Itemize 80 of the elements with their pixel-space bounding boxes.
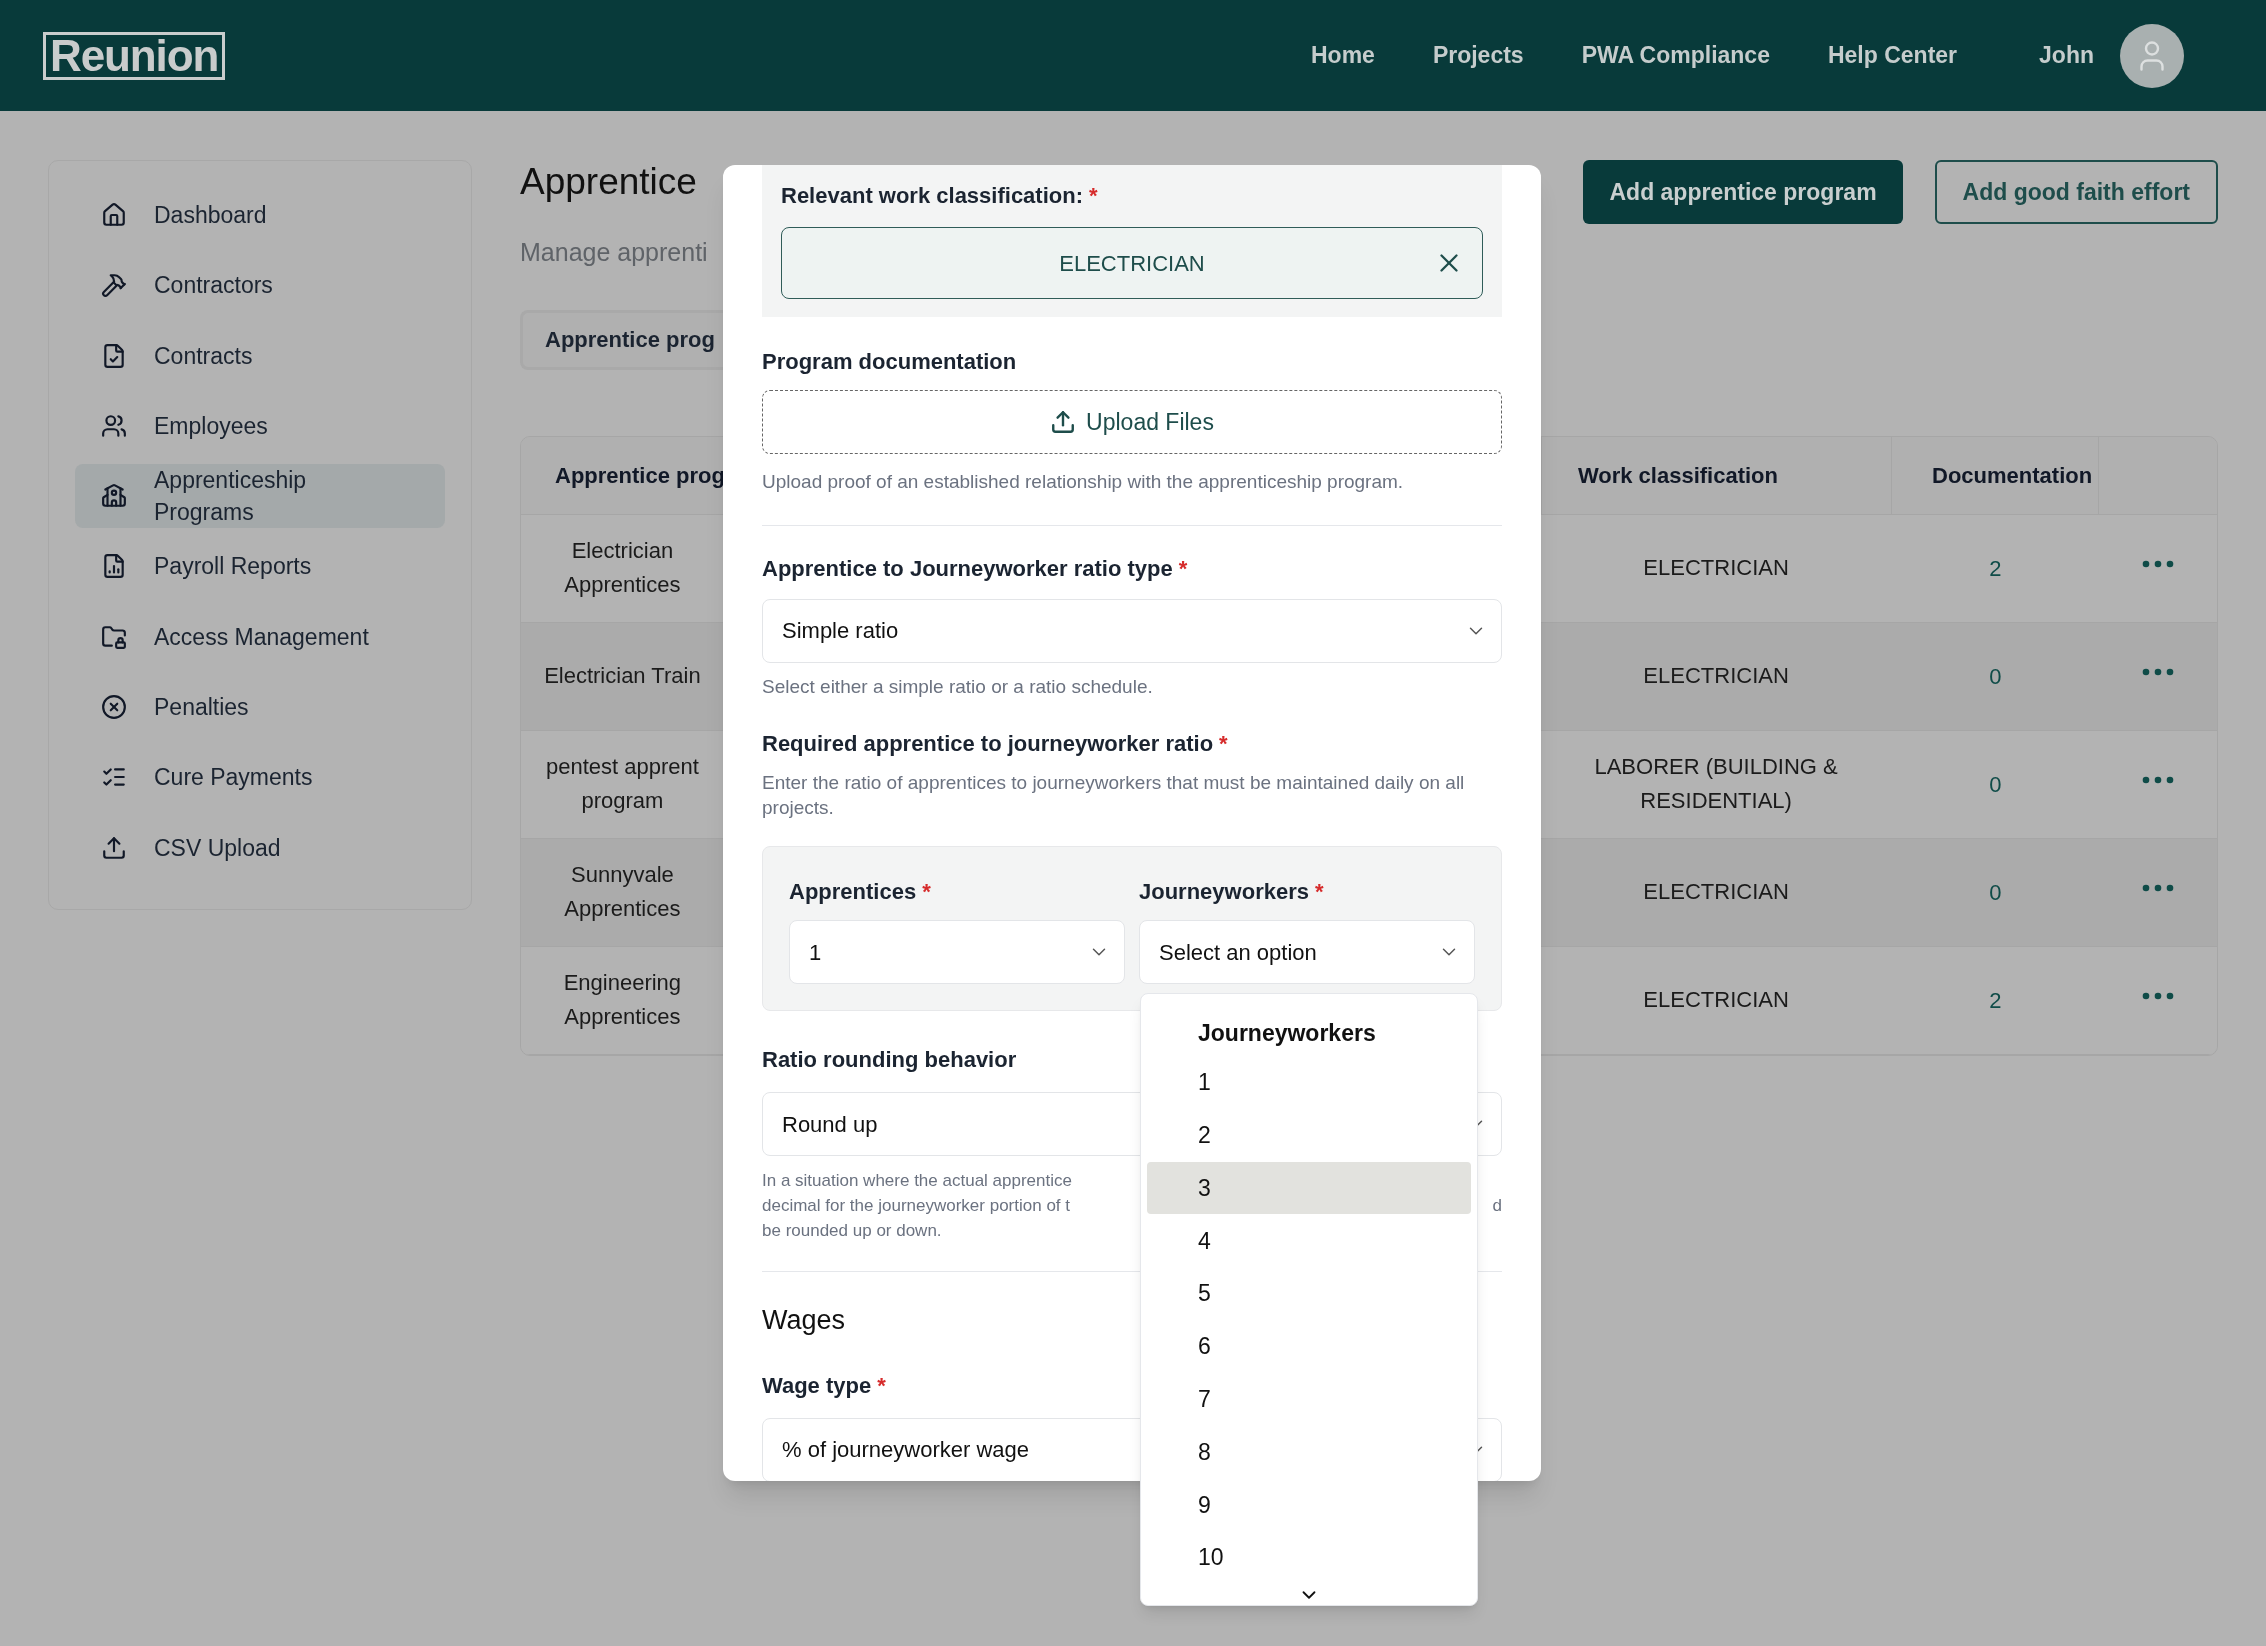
field-hint: Enter the ratio of apprentices to journeyworkers that must be maintained daily on all projects. xyxy=(762,771,1466,820)
upload-icon xyxy=(1050,409,1077,435)
more-icon[interactable] xyxy=(2142,992,2175,1000)
required-mark: * xyxy=(1089,182,1098,210)
nav-link[interactable]: Help Center xyxy=(1827,38,1958,73)
column-header: Documentation xyxy=(1891,436,2100,514)
section-heading: Wages xyxy=(762,1304,846,1337)
table-cell-text: ELECTRICIAN xyxy=(1642,554,1790,582)
select-field[interactable]: 1 xyxy=(789,920,1125,984)
nav-link[interactable]: PWA Compliance xyxy=(1581,38,1770,73)
sidebar-item[interactable]: Apprenticeship Programs xyxy=(75,464,445,529)
table-cell-text: Sunnyvale Apprentices xyxy=(563,861,682,923)
more-icon[interactable] xyxy=(2142,884,2175,892)
select-field[interactable]: Simple ratio xyxy=(762,598,1502,663)
field-label: Required apprentice to journeyworker ratio xyxy=(762,730,1214,758)
sidebar-item[interactable]: Access Management xyxy=(75,604,445,669)
sidebar-item[interactable]: Contracts xyxy=(75,323,445,388)
upload-button[interactable]: Upload Files xyxy=(762,390,1502,454)
column-header: Apprentice prog xyxy=(554,461,724,490)
field-hint: Upload proof of an established relationship with the apprenticeship program. xyxy=(762,470,1405,494)
nav-link[interactable]: Projects xyxy=(1432,38,1524,73)
add-effort-button[interactable]: Add good faith effort xyxy=(1934,160,2218,224)
documentation-count[interactable]: 0 xyxy=(1891,767,2100,801)
field-hint: d xyxy=(1492,1195,1502,1217)
field-label: Ratio rounding behavior xyxy=(762,1046,1017,1074)
nav-link[interactable]: Home xyxy=(1311,38,1375,73)
documentation-count[interactable]: 2 xyxy=(1891,983,2100,1017)
documentation-count[interactable]: 0 xyxy=(1891,875,2100,909)
dropdown-option[interactable]: 3 xyxy=(1147,1161,1471,1215)
logo[interactable]: Reunion xyxy=(43,31,226,80)
field-label: Journeyworkers xyxy=(1139,878,1309,906)
field-hint: Select either a simple ratio or a ratio schedule. xyxy=(762,674,1154,699)
sidebar-item[interactable]: Payroll Reports xyxy=(75,534,445,599)
documentation-count[interactable]: 2 xyxy=(1891,551,2100,585)
table-cell-text: Engineering Apprentices xyxy=(562,969,683,1031)
sidebar-item[interactable]: Employees xyxy=(75,393,445,458)
field-hint: decimal for the journeyworker portion of t xyxy=(762,1195,1071,1217)
upload-icon xyxy=(101,834,127,861)
table-cell-text: Electrician Apprentices xyxy=(563,537,682,599)
documentation-count[interactable]: 0 xyxy=(1891,659,2100,693)
table-cell-text: ELECTRICIAN xyxy=(1642,986,1790,1014)
table-cell-text: Electrician Train xyxy=(543,662,702,690)
field-label: Relevant work classification: xyxy=(781,182,1083,210)
table-cell-text: ELECTRICIAN xyxy=(1642,878,1790,906)
classification-field[interactable]: ELECTRICIAN xyxy=(781,227,1483,299)
user-name[interactable]: John xyxy=(2039,38,2094,73)
select-field[interactable]: Select an option xyxy=(1139,920,1475,984)
field-label: Apprentice to Journeyworker ratio type xyxy=(762,554,1173,583)
page-subtitle: Manage apprenti xyxy=(520,237,709,268)
more-icon[interactable] xyxy=(2142,776,2175,784)
field-hint: be rounded up or down. xyxy=(762,1220,942,1242)
home-icon xyxy=(101,202,127,228)
field-hint: In a situation where the actual apprentice xyxy=(762,1170,1072,1192)
table-cell-text: LABORER (BUILDING & RESIDENTIAL) xyxy=(1593,753,1839,815)
more-icon[interactable] xyxy=(2142,668,2175,676)
table-cell-text: ELECTRICIAN xyxy=(1642,662,1790,690)
sidebar-item[interactable]: Contractors xyxy=(75,253,445,318)
sidebar-item[interactable]: Cure Payments xyxy=(75,745,445,810)
circle-x-icon xyxy=(101,694,127,721)
field-label: Wage type xyxy=(762,1371,872,1400)
add-program-button[interactable]: Add apprentice program xyxy=(1583,160,1903,224)
table-cell-text: pentest apprent program xyxy=(544,753,700,815)
dropdown-heading: Journeyworkers xyxy=(1197,1018,1377,1048)
page-title: Apprentice xyxy=(520,160,698,204)
school-icon xyxy=(101,483,127,510)
required-mark: * xyxy=(1219,730,1228,758)
file-chart-icon xyxy=(101,553,127,580)
required-mark: * xyxy=(877,1371,886,1400)
folder-lock-icon xyxy=(101,623,127,650)
sidebar-item[interactable]: Penalties xyxy=(75,675,445,740)
sidebar-item[interactable]: Dashboard xyxy=(75,183,445,247)
file-check-icon xyxy=(101,342,127,369)
more-icon[interactable] xyxy=(2142,560,2175,568)
sidebar-item[interactable]: CSV Upload xyxy=(75,815,445,880)
required-mark: * xyxy=(922,878,931,906)
required-mark: * xyxy=(1314,878,1324,906)
required-mark: * xyxy=(1178,554,1188,583)
users-icon xyxy=(101,412,127,439)
field-label: Apprentices xyxy=(789,878,917,906)
hammer-icon xyxy=(101,272,127,299)
